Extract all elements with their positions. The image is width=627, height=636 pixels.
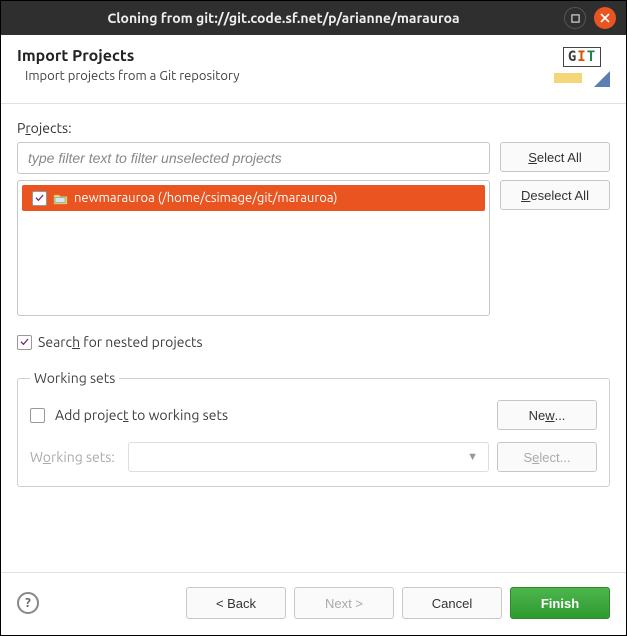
working-sets-fieldset: Working sets Add project to working sets… <box>17 370 610 487</box>
folder-icon <box>53 192 68 205</box>
project-label: newmarauroa (/home/csimage/git/marauroa) <box>74 191 337 205</box>
window-title: Cloning from git://git.code.sf.net/p/ari… <box>11 10 556 26</box>
cancel-button[interactable]: Cancel <box>402 587 502 619</box>
add-to-ws-label: Add project to working sets <box>55 407 487 423</box>
help-button[interactable]: ? <box>17 592 39 614</box>
search-nested-checkbox[interactable] <box>17 335 32 350</box>
working-sets-label: Working sets: <box>30 449 120 465</box>
git-wizard-icon: GIT <box>554 47 610 93</box>
project-side-buttons: Select All Deselect All <box>500 142 610 316</box>
finish-button[interactable]: Finish <box>510 587 610 619</box>
titlebar: Cloning from git://git.code.sf.net/p/ari… <box>1 1 626 35</box>
chevron-down-icon: ▼ <box>467 451 478 463</box>
page-subtitle: Import projects from a Git repository <box>17 69 239 83</box>
maximize-button[interactable] <box>564 7 586 29</box>
add-to-ws-checkbox[interactable] <box>30 408 45 423</box>
close-button[interactable] <box>594 7 616 29</box>
dialog-body: Import Projects Import projects from a G… <box>1 35 626 635</box>
new-working-set-button[interactable]: New... <box>497 400 597 430</box>
deselect-all-button[interactable]: Deselect All <box>500 180 610 210</box>
select-working-sets-button: Select... <box>497 442 597 472</box>
back-button[interactable]: < Back <box>186 587 286 619</box>
working-sets-row-add: Add project to working sets New... <box>30 400 597 430</box>
dialog-footer: ? < Back Next > Cancel Finish <box>1 572 626 635</box>
filter-input[interactable] <box>17 142 490 174</box>
projects-main: newmarauroa (/home/csimage/git/marauroa) <box>17 142 490 316</box>
search-nested-row: Search for nested projects <box>17 334 610 350</box>
wizard-header: Import Projects Import projects from a G… <box>1 35 626 104</box>
projects-label: Projects: <box>17 120 610 136</box>
page-title: Import Projects <box>17 47 239 65</box>
list-item[interactable]: newmarauroa (/home/csimage/git/marauroa) <box>22 185 485 211</box>
wizard-header-text: Import Projects Import projects from a G… <box>17 47 239 83</box>
search-nested-label: Search for nested projects <box>38 334 203 350</box>
projects-row: newmarauroa (/home/csimage/git/marauroa)… <box>17 142 610 316</box>
project-list[interactable]: newmarauroa (/home/csimage/git/marauroa) <box>17 180 490 316</box>
wizard-window: Cloning from git://git.code.sf.net/p/ari… <box>0 0 627 636</box>
project-checkbox[interactable] <box>32 191 47 206</box>
next-button: Next > <box>294 587 394 619</box>
wizard-content: Projects: newmarauroa (/home/csimage/git… <box>1 104 626 572</box>
working-sets-row-select: Working sets: ▼ Select... <box>30 442 597 472</box>
select-all-button[interactable]: Select All <box>500 142 610 172</box>
working-sets-dropdown: ▼ <box>128 442 489 472</box>
working-sets-legend: Working sets <box>30 370 119 386</box>
git-badge: GIT <box>563 47 601 67</box>
